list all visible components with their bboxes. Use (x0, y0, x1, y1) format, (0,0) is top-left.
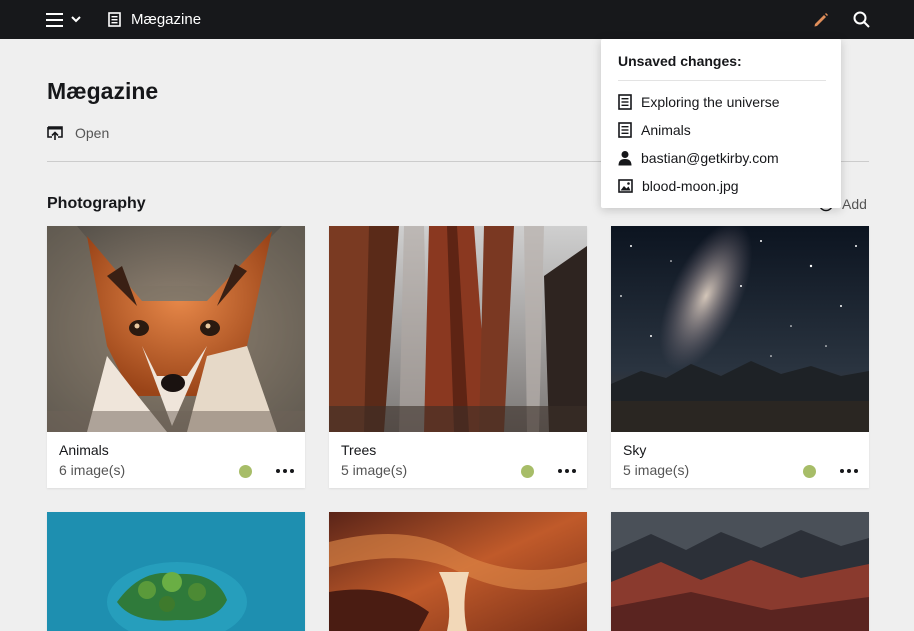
card-trees[interactable]: Trees 5 image(s) (329, 226, 587, 488)
page-icon (618, 94, 632, 110)
card-animals[interactable]: Animals 6 image(s) (47, 226, 305, 488)
search-icon (853, 11, 870, 28)
page-icon (618, 122, 632, 138)
card-options-button[interactable] (551, 460, 583, 482)
unsaved-item-label: Animals (641, 122, 691, 138)
mountains-photo (611, 512, 869, 631)
unsaved-changes-dropdown: Unsaved changes: Exploring the universe … (601, 39, 841, 208)
add-label: Add (842, 196, 867, 212)
card-options-button[interactable] (269, 460, 301, 482)
status-dot (521, 465, 534, 478)
milky-way-photo (611, 226, 869, 432)
hamburger-menu-icon (46, 12, 63, 27)
chevron-down-icon (71, 16, 81, 23)
page-icon (108, 12, 121, 27)
card-count: 6 image(s) (59, 462, 126, 478)
card-count: 5 image(s) (623, 462, 690, 478)
search-button[interactable] (846, 6, 876, 33)
unsaved-changes-button[interactable] (806, 6, 836, 33)
page-title: Mægazine (47, 78, 159, 104)
status-dot (803, 465, 816, 478)
site-link[interactable]: Mægazine (108, 6, 201, 33)
card-title: Animals (59, 442, 109, 458)
dropdown-title: Unsaved changes: (618, 53, 742, 69)
card-count: 5 image(s) (341, 462, 408, 478)
unsaved-item[interactable]: Animals (618, 118, 691, 142)
user-icon (618, 151, 632, 166)
open-icon (47, 125, 63, 140)
unsaved-item-label: bastian@getkirby.com (641, 150, 779, 166)
card-options-button[interactable] (833, 460, 865, 482)
section-title: Photography (47, 195, 146, 212)
unsaved-item[interactable]: bastian@getkirby.com (618, 146, 779, 170)
fox-photo (47, 226, 305, 432)
redwood-trees-photo (329, 226, 587, 432)
pencil-icon (814, 12, 828, 26)
card-island[interactable] (47, 512, 305, 631)
open-button[interactable]: Open (47, 125, 109, 141)
card-canyon[interactable] (329, 512, 587, 631)
menu-button[interactable] (40, 6, 94, 33)
unsaved-item[interactable]: Exploring the universe (618, 90, 780, 114)
canyon-photo (329, 512, 587, 631)
image-icon (618, 179, 633, 193)
unsaved-item[interactable]: blood-moon.jpg (618, 174, 739, 198)
card-mountains[interactable] (611, 512, 869, 631)
site-title: Mægazine (131, 11, 202, 28)
open-label: Open (75, 125, 110, 141)
dropdown-divider (618, 80, 826, 81)
top-bar: Mægazine (0, 0, 914, 39)
card-sky[interactable]: Sky 5 image(s) (611, 226, 869, 488)
unsaved-item-label: Exploring the universe (641, 94, 780, 110)
card-title: Trees (341, 442, 377, 458)
card-title: Sky (623, 442, 647, 458)
status-dot (239, 465, 252, 478)
unsaved-item-label: blood-moon.jpg (642, 178, 739, 194)
island-aerial-photo (47, 512, 305, 631)
